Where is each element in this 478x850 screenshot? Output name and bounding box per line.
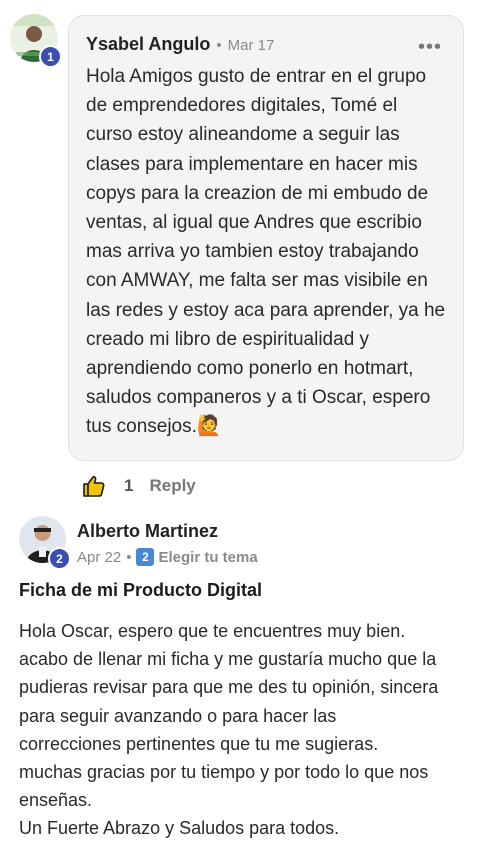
category-label: Elegir tu tema	[158, 548, 258, 566]
post-author[interactable]: Alberto Martinez	[77, 521, 218, 542]
level-badge: 1	[39, 45, 62, 68]
like-count: 1	[124, 476, 134, 495]
post-meta: Apr 22 • 2 Elegir tu tema	[77, 548, 258, 566]
post-body: Hola Oscar, espero que te encuentres muy…	[19, 621, 439, 839]
category-link[interactable]: 2 Elegir tu tema	[136, 548, 258, 566]
comment-text: Hola Amigos gusto de entrar en el grupo …	[86, 62, 458, 442]
level-badge: 2	[48, 547, 71, 570]
comment-body-text: Hola Amigos gusto de entrar en el grupo …	[86, 66, 446, 438]
meta-separator: •	[126, 548, 132, 566]
comment-date: Mar 17	[227, 37, 275, 54]
meta-separator: •	[216, 37, 222, 54]
category-number-icon: 2	[136, 548, 155, 566]
thumbs-up-icon[interactable]	[82, 474, 106, 498]
raising-hand-emoji: 🙋	[196, 415, 222, 438]
more-horizontal-icon[interactable]: •••	[418, 36, 442, 59]
comment-actions: 1 Reply	[82, 474, 196, 498]
reply-button[interactable]: Reply	[149, 476, 195, 496]
post-date: Apr 22	[77, 548, 122, 566]
post-title[interactable]: Ficha de mi Producto Digital	[19, 580, 262, 601]
comment-author[interactable]: Ysabel Angulo	[86, 34, 210, 55]
comment-header: Ysabel Angulo • Mar 17	[86, 34, 274, 55]
